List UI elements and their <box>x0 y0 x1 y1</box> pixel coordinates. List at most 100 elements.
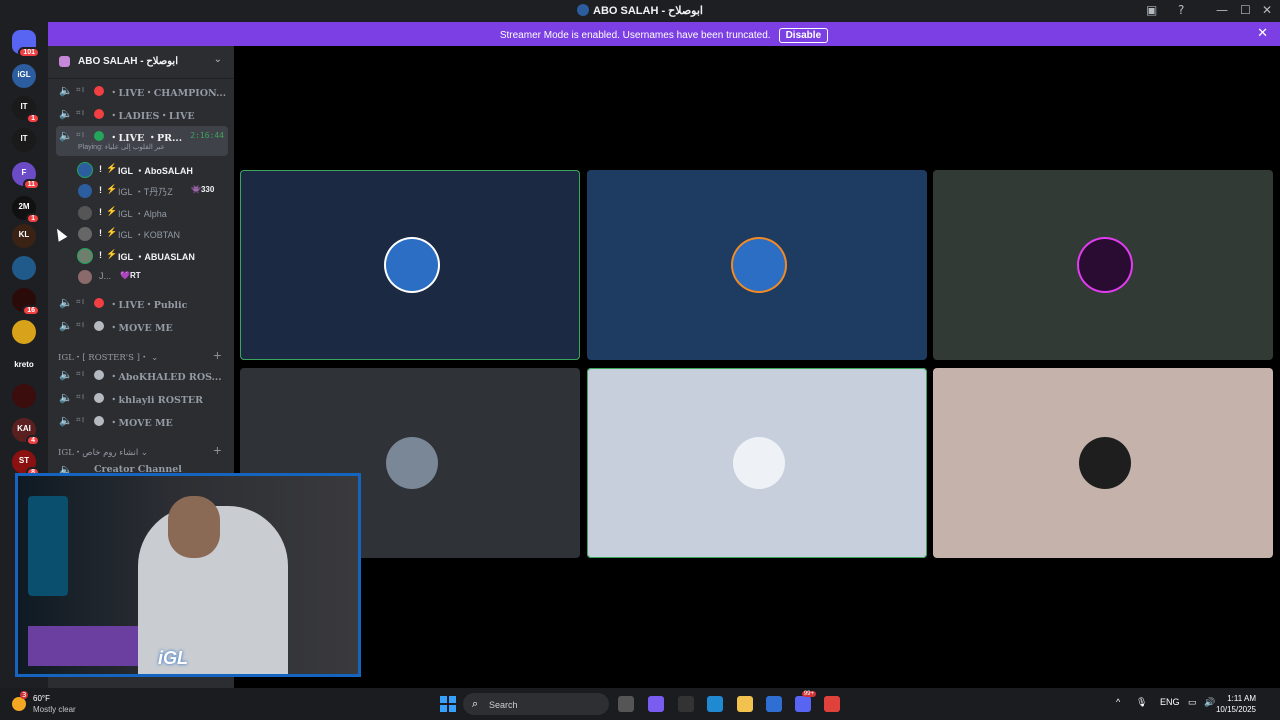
warning-icon: ! <box>99 164 102 174</box>
home-button[interactable]: 101 <box>12 30 40 58</box>
mention-badge: 1 <box>26 213 40 224</box>
bolt-icon: ⚡ <box>106 184 118 194</box>
voice-channel-move-me[interactable]: 🔈 ⌗॥ ・MOVE ME <box>56 316 228 336</box>
video-tile[interactable] <box>587 368 927 558</box>
close-icon[interactable]: ✕ <box>1257 26 1268 41</box>
server-icon-12[interactable]: KAI 4 <box>12 418 40 446</box>
mic-icon[interactable]: 🎙 <box>1136 697 1147 708</box>
server-icon-6[interactable]: KL <box>12 224 36 248</box>
taskbar-discord-icon[interactable]: 99+ <box>795 691 816 712</box>
video-tile[interactable] <box>587 170 927 360</box>
server-icon-4[interactable]: F 11 <box>12 162 40 190</box>
help-icon[interactable]: ? <box>1178 3 1184 17</box>
volume-icon[interactable]: 🔊 <box>1204 697 1215 708</box>
channel-mark: ⌗॥ <box>76 369 85 378</box>
taskbar-search[interactable]: ⌕ <box>463 693 609 715</box>
avatar <box>78 184 92 198</box>
bolt-icon: ⚡ <box>106 227 118 237</box>
voice-channel-ladies[interactable]: 🔈 ⌗॥ ・LADIES・LIVE <box>56 104 228 124</box>
server-header[interactable]: ABO SALAH - ابوصلاح ⌄ <box>48 46 234 79</box>
server-icon-11[interactable] <box>12 384 36 408</box>
status-icon <box>94 298 104 308</box>
server-initials: ST <box>18 456 30 465</box>
avatar <box>78 249 92 263</box>
minimize-button[interactable]: — <box>1216 3 1228 17</box>
taskbar-chrome-icon[interactable] <box>824 696 840 712</box>
member-handle: ・Alpha <box>134 209 167 219</box>
server-icon-13[interactable]: ST8 <box>12 450 40 478</box>
taskbar-app-dark-icon[interactable] <box>678 696 694 712</box>
clock-time: 1:11 AM <box>1227 694 1256 703</box>
mention-badge: 101 <box>18 47 40 58</box>
server-icon-5[interactable]: 2M 1 <box>12 196 40 224</box>
search-icon: ⌕ <box>472 697 479 710</box>
category-private-room[interactable]: IGL・انشاء روم خاص ⌄ + <box>58 444 228 460</box>
voice-channel-khlayli[interactable]: 🔈 ⌗॥ ・khlayli ROSTER <box>56 388 228 408</box>
voice-channel-champion[interactable]: 🔈 ⌗॥ ・LIVE・CHAMPION... <box>56 81 228 101</box>
server-icon-9[interactable] <box>12 320 36 344</box>
voice-member[interactable]: ! ⚡ IGL ・AboSALAH <box>78 160 228 180</box>
avatar <box>733 239 785 291</box>
clock[interactable]: 1:11 AM 10/15/2025 <box>1216 693 1256 715</box>
server-icon-10[interactable]: kreto <box>12 354 36 378</box>
channel-mark: ⌗॥ <box>76 85 85 94</box>
voice-member[interactable]: ! ⚡ IGL ・T丹乃Z 👾330 <box>78 181 228 201</box>
maximize-button[interactable]: ☐ <box>1240 3 1251 17</box>
avatar <box>386 437 438 489</box>
chevron-down-icon[interactable]: ⌄ <box>214 54 222 65</box>
windows-logo-icon <box>440 696 447 703</box>
mention-badge: 4 <box>26 435 40 446</box>
clock-date: 10/15/2025 <box>1215 705 1256 714</box>
taskbar-copilot-icon[interactable] <box>648 696 664 712</box>
close-window-button[interactable]: ✕ <box>1262 3 1272 17</box>
voice-member[interactable]: J... 💜RT <box>78 267 228 287</box>
weather-widget[interactable]: 3 60°F Mostly clear <box>12 691 102 717</box>
search-input[interactable] <box>487 697 601 713</box>
member-handle: ・ABUASLAN <box>135 252 195 262</box>
server-icon-2[interactable]: IT 1 <box>12 96 40 124</box>
voice-channel-abokhaled[interactable]: 🔈 ⌗॥ ・AboKHALED ROS... <box>56 365 228 385</box>
server-icon-7[interactable] <box>12 256 36 280</box>
voice-channel-active[interactable]: 🔈 ⌗॥ ・LIVE ・PR... 2:16:44 Playing: عبر ا… <box>56 126 228 156</box>
voice-channel-move-me-2[interactable]: 🔈 ⌗॥ ・MOVE ME <box>56 411 228 431</box>
video-tile[interactable] <box>933 368 1273 558</box>
voice-member[interactable]: ! ⚡ IGL ・Alpha <box>78 203 228 223</box>
weather-badge: 3 <box>20 691 29 699</box>
avatar <box>78 206 92 220</box>
avatar <box>78 163 92 177</box>
category-rosters[interactable]: IGL・[ ROSTER'S ]・ ⌄ + <box>58 349 228 365</box>
taskbar-file-explorer-icon[interactable] <box>737 696 753 712</box>
start-button[interactable] <box>440 696 456 712</box>
avatar <box>386 239 438 291</box>
inbox-icon[interactable]: ▣ <box>1146 3 1157 17</box>
video-tile[interactable] <box>240 170 580 360</box>
channel-label: ・MOVE ME <box>109 418 173 429</box>
server-name: ABO SALAH - ابوصلاح <box>78 56 178 67</box>
language-indicator[interactable]: ENG <box>1160 697 1180 707</box>
taskbar-task-view-icon[interactable] <box>618 696 634 712</box>
server-icon-1[interactable]: iGL <box>12 64 36 88</box>
video-tile[interactable] <box>933 170 1273 360</box>
weather-condition: Mostly clear <box>33 705 76 714</box>
member-handle: J... <box>99 271 112 281</box>
disable-button[interactable]: Disable <box>778 28 829 43</box>
server-icon <box>577 4 589 16</box>
voice-channel-public[interactable]: 🔈 ⌗॥ ・LIVE・Public <box>56 293 228 313</box>
add-channel-icon[interactable]: + <box>213 349 222 362</box>
channel-label: ・LIVE ・PR... <box>109 133 183 144</box>
server-initials: kreto <box>14 360 34 369</box>
network-icon[interactable]: ▭ <box>1188 697 1197 708</box>
speaker-icon: 🔈 <box>59 296 73 309</box>
show-hidden-icons[interactable]: ^ <box>1116 697 1120 707</box>
voice-member[interactable]: ! ⚡ IGL ・ABUASLAN <box>78 246 228 266</box>
add-channel-icon[interactable]: + <box>213 444 222 457</box>
status-icon <box>94 131 104 141</box>
server-icon-3[interactable]: IT <box>12 128 36 152</box>
server-initials: iGL <box>17 70 31 79</box>
taskbar-edge-icon[interactable] <box>707 696 723 712</box>
taskbar-store-icon[interactable] <box>766 696 782 712</box>
activity-status: Playing: عبر القلوب إلى علياء <box>78 144 165 151</box>
voice-member[interactable]: ! ⚡ IGL ・KOBTAN <box>78 224 228 244</box>
member-name: IGL ・T丹乃Z <box>118 185 173 198</box>
server-icon-8[interactable]: 16 <box>12 288 40 316</box>
